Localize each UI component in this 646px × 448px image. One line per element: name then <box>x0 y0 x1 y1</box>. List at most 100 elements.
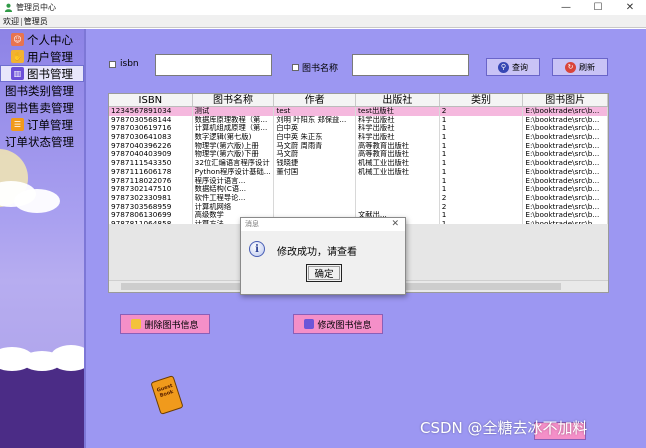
table-row[interactable]: 9787303568959 计算机网络 2 E:\booktrade\src\b... <box>109 202 608 212</box>
refresh-icon: ↻ <box>565 61 576 73</box>
cell-publisher: 高等教育出版社 <box>356 141 440 151</box>
table-row[interactable]: 9787030619716 计算机组成原理（第... 白中英 科学出版社 1 E:\boo… <box>109 124 608 134</box>
sidebar-item-book-management[interactable]: ▥ 图书管理 <box>0 65 84 82</box>
table-row[interactable]: 9787030641083 数字逻辑(第七版) 白中英 朱正东 科学出版社 1 E:\bo… <box>109 133 608 142</box>
cell-publisher: 机械工业出版社 <box>356 167 440 177</box>
book-name-input[interactable] <box>352 54 469 76</box>
cell-author: 马文蔚 <box>274 150 357 160</box>
refresh-button-label: 刷新 <box>579 62 595 72</box>
cell-book-image: E:\booktrade\src\b... <box>523 141 608 151</box>
cell-book-name: 数据库原理教程（第... <box>193 115 275 125</box>
delete-icon <box>131 319 142 329</box>
maximize-button[interactable]: ☐ <box>582 0 614 15</box>
order-icon: ☰ <box>11 118 24 131</box>
table-row[interactable]: 9787111606178 Python程序设计基础... 董付国 机械工业出版社 1 E… <box>109 167 608 177</box>
sidebar-item-user-management[interactable]: ✋ 用户管理 <box>0 48 84 65</box>
isbn-checkbox[interactable] <box>109 61 116 68</box>
column-header-author[interactable]: 作者 <box>274 94 357 106</box>
cell-category: 1 <box>440 185 524 194</box>
cell-isbn: 9787030619716 <box>109 124 193 134</box>
query-button[interactable]: ⚲ 查询 <box>486 58 540 76</box>
cell-book-image: E:\booktrade\src\b... <box>523 202 608 212</box>
window-controls: — ☐ ✕ <box>550 0 646 15</box>
info-icon: i <box>249 241 265 257</box>
cell-author: 马文蔚 周雨青 <box>274 141 357 151</box>
person-icon: ☺ <box>11 33 24 46</box>
book-name-label: 图书名称 <box>302 64 339 74</box>
cell-book-image: E:\booktrade\src\b... <box>523 193 608 203</box>
table-row[interactable]: 1234567891034 测试 test test出版社 2 E:\booktrade\… <box>109 107 608 116</box>
cell-book-name: 程序设计语言... <box>193 176 275 186</box>
table-row[interactable]: 9787040396226 物理学(第六版)上册 马文蔚 周雨青 高等教育出版社 1 E:… <box>109 141 608 151</box>
cell-book-name: Python程序设计基础... <box>193 167 275 177</box>
cell-book-name: 32位汇编语言程序设计 <box>193 159 275 168</box>
cell-book-image: E:\booktrade\src\b... <box>523 107 608 116</box>
welcome-label: 欢迎 <box>3 16 19 26</box>
sidebar-item-book-category[interactable]: 图书类别管理 <box>0 82 84 99</box>
cell-isbn: 9787302147510 <box>109 185 193 194</box>
cell-book-image: E:\booktrade\src\b... <box>523 133 608 142</box>
isbn-label: isbn <box>120 59 139 69</box>
search-icon: ⚲ <box>498 61 509 73</box>
cell-author: 白中英 朱正东 <box>274 133 357 142</box>
cell-isbn: 9787111543350 <box>109 159 193 168</box>
message-dialog: 消息 ✕ i 修改成功，请查看 确定 <box>240 217 406 295</box>
delete-book-button[interactable]: 删除图书信息 <box>120 314 210 334</box>
cell-publisher: 机械工业出版社 <box>356 159 440 168</box>
window-title: 管理员中心 <box>16 3 56 12</box>
table-row[interactable]: 9787118022076 程序设计语言... 1 E:\booktrade\src\… <box>109 176 608 186</box>
cell-book-image: E:\booktrade\src\b... <box>523 211 608 220</box>
column-header-category[interactable]: 类别 <box>440 94 524 106</box>
cell-author <box>274 202 357 212</box>
column-header-book-image[interactable]: 图书图片 <box>523 94 608 106</box>
cell-isbn: 9787030641083 <box>109 133 193 142</box>
cell-author: 白中英 <box>274 124 357 134</box>
isbn-input[interactable] <box>155 54 272 76</box>
cell-isbn: 1234567891034 <box>109 107 193 116</box>
book-name-checkbox[interactable] <box>292 64 299 71</box>
cell-category: 1 <box>440 167 524 177</box>
column-header-book-name[interactable]: 图书名称 <box>193 94 275 106</box>
cell-book-name: 物理学(第六版)下册 <box>193 150 275 160</box>
admin-main-panel: ☺ 个人中心 ✋ 用户管理 ▥ 图书管理 图书类别管理 图书售卖管理 ☰ 订单管… <box>0 29 646 448</box>
sidebar-nav: ☺ 个人中心 ✋ 用户管理 ▥ 图书管理 图书类别管理 图书售卖管理 ☰ 订单管… <box>0 31 84 150</box>
column-header-isbn[interactable]: ISBN <box>109 94 193 106</box>
cell-category: 1 <box>440 176 524 186</box>
close-window-button[interactable]: ✕ <box>614 0 646 15</box>
cell-publisher: 科学出版社 <box>356 115 440 125</box>
dialog-ok-button[interactable]: 确定 <box>306 264 342 282</box>
cell-book-image: E:\booktrade\src\b... <box>523 150 608 160</box>
dialog-title: 消息 <box>241 218 405 231</box>
cell-book-image: E:\booktrade\src\b... <box>523 159 608 168</box>
cell-publisher: test出版社 <box>356 107 440 116</box>
cell-author <box>274 176 357 186</box>
sidebar-item-book-sales[interactable]: 图书售卖管理 <box>0 99 84 116</box>
sidebar-item-personal-center[interactable]: ☺ 个人中心 <box>0 31 84 48</box>
cell-book-image: E:\booktrade\src\b... <box>523 185 608 194</box>
table-row[interactable]: 9787030568144 数据库原理教程（第... 刘明 叶阳东 郑保益... 科学… <box>109 115 608 125</box>
table-row[interactable]: 9787302147510 数据结构(C语... 1 E:\booktrade\src… <box>109 185 608 194</box>
sidebar-item-order-management[interactable]: ☰ 订单管理 <box>0 116 84 133</box>
watermark: CSDN @全糖去冰不加料 <box>420 419 588 437</box>
minimize-button[interactable]: — <box>550 0 582 15</box>
sidebar-item-order-status[interactable]: 订单状态管理 <box>0 133 84 150</box>
refresh-button[interactable]: ↻ 刷新 <box>552 58 608 76</box>
column-header-publisher[interactable]: 出版社 <box>356 94 440 106</box>
cell-isbn: 9787118022076 <box>109 176 193 186</box>
cell-publisher: 科学出版社 <box>356 133 440 142</box>
cell-category: 1 <box>440 159 524 168</box>
table-row[interactable]: 9787111543350 32位汇编语言程序设计 钱晓捷 机械工业出版社 1 E:\bo… <box>109 159 608 168</box>
cell-publisher <box>356 185 440 194</box>
edit-icon <box>304 319 315 329</box>
sidebar-item-label: 用户管理 <box>27 49 73 64</box>
cell-isbn: 9787040396226 <box>109 141 193 151</box>
cell-category: 1 <box>440 211 524 220</box>
table-row[interactable]: 9787302330981 软件工程导论... 2 E:\booktrade\src\… <box>109 193 608 203</box>
dialog-close-button[interactable]: ✕ <box>391 219 399 229</box>
sidebar-item-label: 个人中心 <box>27 32 73 47</box>
table-row[interactable]: 9787040403909 物理学(第六版)下册 马文蔚 高等教育出版社 1 E:\boo… <box>109 150 608 160</box>
cell-publisher <box>356 176 440 186</box>
modify-book-button[interactable]: 修改图书信息 <box>293 314 383 334</box>
window-titlebar: 管理员中心 — ☐ ✕ <box>0 0 646 15</box>
sidebar: ☺ 个人中心 ✋ 用户管理 ▥ 图书管理 图书类别管理 图书售卖管理 ☰ 订单管… <box>0 29 84 448</box>
